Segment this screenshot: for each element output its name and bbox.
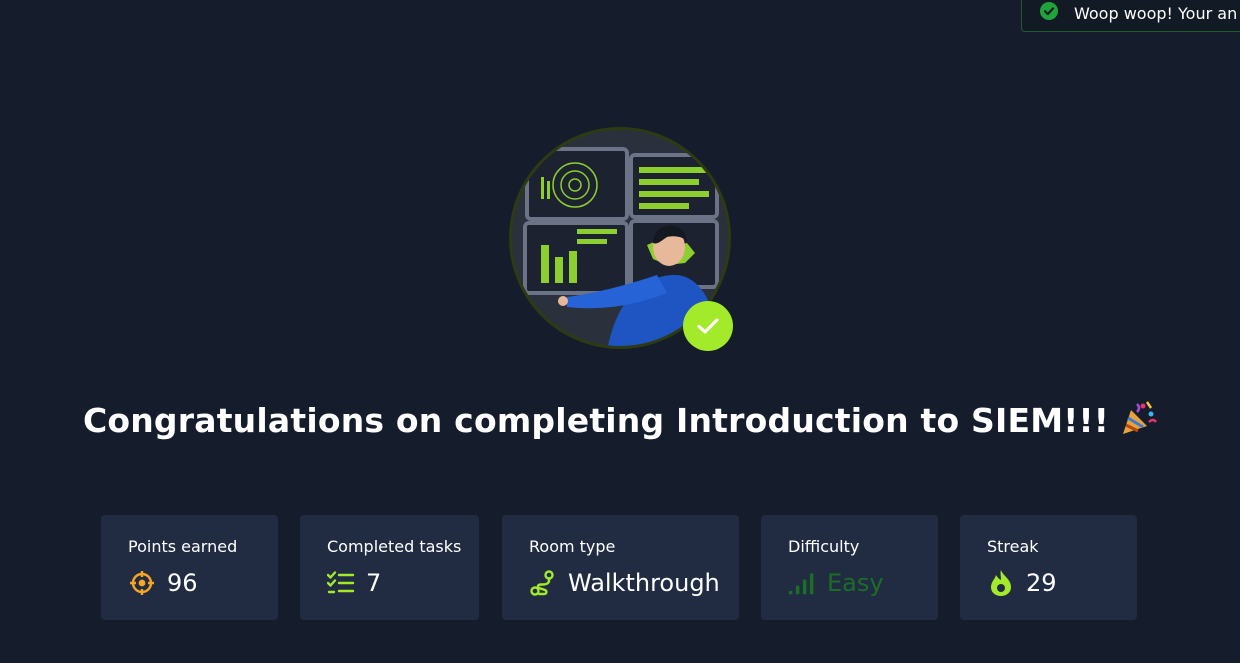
page-title: Congratulations on completing Introducti… bbox=[0, 400, 1240, 444]
stat-label: Difficulty bbox=[788, 537, 860, 556]
stat-value: 7 bbox=[366, 569, 382, 597]
completed-check-icon bbox=[683, 301, 733, 351]
crosshair-icon bbox=[128, 569, 156, 597]
stat-label: Points earned bbox=[128, 537, 238, 556]
party-popper-icon bbox=[1119, 400, 1158, 444]
room-type-card: Room type Walkthrough bbox=[502, 515, 739, 620]
stat-value: 29 bbox=[1026, 569, 1057, 597]
stat-value: Walkthrough bbox=[568, 569, 720, 597]
flame-icon bbox=[987, 569, 1015, 597]
toast-message: Woop woop! Your an bbox=[1074, 3, 1238, 23]
check-circle-icon bbox=[1040, 2, 1058, 20]
points-earned-card: Points earned 96 bbox=[101, 515, 278, 620]
stat-value: 96 bbox=[167, 569, 198, 597]
task-list-icon bbox=[327, 569, 355, 597]
congrats-heading: Congratulations on completing Introducti… bbox=[82, 401, 1110, 440]
stat-value: Easy bbox=[827, 569, 884, 597]
success-toast[interactable]: Woop woop! Your an bbox=[1021, 0, 1240, 32]
streak-card: Streak 29 bbox=[960, 515, 1137, 620]
stat-label: Room type bbox=[529, 537, 616, 556]
route-icon bbox=[529, 569, 557, 597]
completed-tasks-card: Completed tasks 7 bbox=[300, 515, 479, 620]
stat-label: Streak bbox=[987, 537, 1039, 556]
difficulty-card: Difficulty Easy bbox=[761, 515, 938, 620]
signal-bars-icon bbox=[788, 569, 816, 597]
stat-label: Completed tasks bbox=[327, 537, 462, 556]
